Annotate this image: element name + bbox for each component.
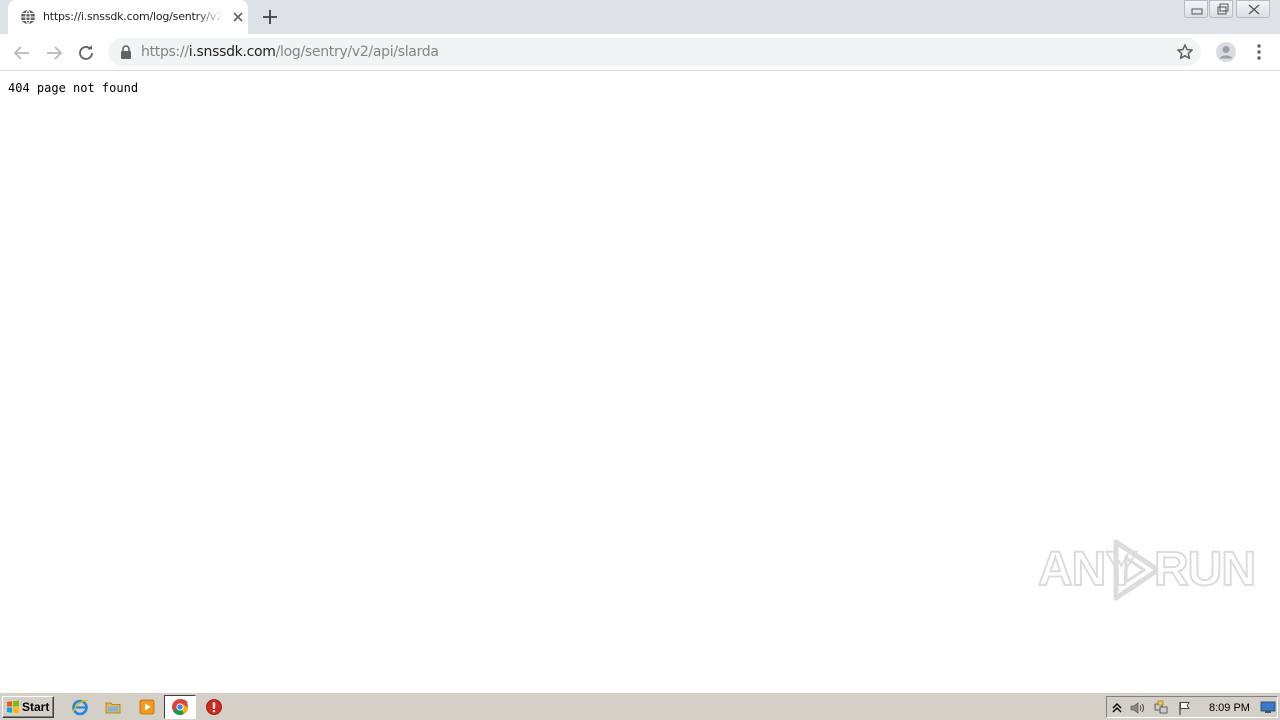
folder-icon[interactable] [104,698,122,716]
kebab-menu-icon[interactable] [1248,41,1270,63]
volume-icon[interactable] [1129,700,1145,716]
profile-avatar-icon[interactable] [1215,41,1237,63]
anyrun-watermark: ANY RUN [1036,536,1257,606]
close-tab-icon[interactable] [230,9,246,25]
start-button[interactable]: Start [2,696,54,718]
taskbar: Start 8:09 PM [0,692,1280,720]
close-icon [1248,4,1260,15]
window-close-button[interactable] [1236,0,1270,18]
url-path: /log/sentry/v2/api/slarda [275,44,439,60]
new-tab-button[interactable] [259,6,281,28]
address-bar[interactable]: https://i.snssdk.com/log/sentry/v2/api/s… [108,38,1201,66]
error-message: 404 page not found [8,81,139,95]
reload-button[interactable] [74,41,98,65]
start-label: Start [22,700,50,714]
windows-logo-icon [7,700,19,714]
back-button[interactable] [10,41,34,65]
media-player-icon[interactable] [138,698,156,716]
url-scheme: https:// [141,44,189,60]
network-icon[interactable] [1153,700,1169,716]
tab-title: https://i.snssdk.com/log/sentry/v2/api/s… [43,10,223,23]
system-tray: 8:09 PM [1106,696,1278,718]
flag-icon[interactable] [1177,700,1193,716]
internet-explorer-icon[interactable] [71,698,89,716]
chevron-up-icon[interactable] [1109,700,1125,716]
tab-strip: https://i.snssdk.com/log/sentry/v2/api/s… [0,0,1280,34]
globe-icon [21,9,35,25]
chrome-icon [172,698,188,715]
minimize-icon [1191,8,1203,15]
browser-toolbar: https://i.snssdk.com/log/sentry/v2/api/s… [0,34,1280,71]
show-desktop-icon[interactable] [1260,699,1276,715]
url-text[interactable]: https://i.snssdk.com/log/sentry/v2/api/s… [141,44,439,60]
system-clock[interactable]: 8:09 PM [1209,701,1250,715]
browser-tab[interactable]: https://i.snssdk.com/log/sentry/v2/api/s… [8,0,248,34]
window-minimize-button[interactable] [1184,0,1208,18]
window-restore-button[interactable] [1209,0,1233,18]
bookmark-star-icon[interactable] [1176,43,1194,61]
chrome-taskbar-button[interactable] [164,695,196,719]
lock-icon [121,45,131,59]
stop-sign-icon[interactable] [205,698,223,716]
restore-icon [1217,3,1229,15]
watermark-run: RUN [1153,543,1257,596]
forward-button[interactable] [42,41,66,65]
url-host: i.snssdk.com [188,44,276,60]
